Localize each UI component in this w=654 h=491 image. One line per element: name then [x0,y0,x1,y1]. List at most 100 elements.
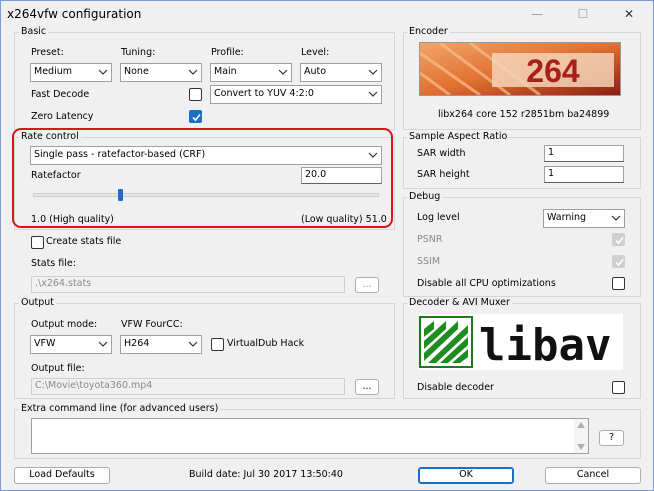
log-level-label: Log level [417,212,460,223]
close-icon: ✕ [623,7,635,21]
basic-group-label: Basic [19,26,49,37]
tuning-select[interactable]: None [120,63,202,82]
log-level-value: Warning [547,212,587,223]
chevron-down-icon [611,215,621,221]
sar-group-label: Sample Aspect Ratio [407,131,510,142]
fourcc-value: H264 [124,338,150,349]
window-title: x264vfw configuration [7,7,142,21]
output-mode-select[interactable]: VFW [30,335,112,354]
dialog-window: x264vfw configuration — ☐ ✕ Basic Preset… [0,0,654,491]
level-label: Level: [301,47,330,58]
decoder-group-label: Decoder & AVI Muxer [407,297,512,308]
create-stats-checkbox[interactable] [31,236,44,249]
virtualdub-hack-checkbox[interactable] [211,338,224,351]
rate-control-mode-value: Single pass - ratefactor-based (CRF) [34,149,206,160]
stats-file-label: Stats file: [31,258,76,269]
chevron-down-icon [188,341,198,347]
ssim-checkbox[interactable] [612,255,625,268]
minimize-button[interactable]: — [514,1,560,27]
fourcc-select[interactable]: H264 [120,335,202,354]
tuning-label: Tuning: [121,47,156,58]
checkmark-icon [615,258,624,267]
encoder-group-label: Encoder [407,26,450,37]
ratefactor-input[interactable]: 20.0 [301,167,382,184]
fast-decode-checkbox[interactable] [189,88,202,101]
encoder-version: libx264 core 152 r2851bm ba24899 [438,109,610,120]
sar-width-input[interactable]: 1 [544,145,624,162]
profile-value: Main [214,66,237,77]
sar-width-value: 1 [548,147,555,158]
close-button[interactable]: ✕ [606,1,652,27]
ratefactor-label: Ratefactor [31,170,81,181]
chevron-down-icon [368,152,378,158]
extra-cmd-scrollbar[interactable] [574,419,588,453]
rate-control-mode-select[interactable]: Single pass - ratefactor-based (CRF) [30,146,382,165]
ssim-label: SSIM [417,256,441,267]
stats-file-value: .\x264.stats [35,278,92,289]
disable-cpu-label: Disable all CPU optimizations [417,278,556,289]
preset-select[interactable]: Medium [30,63,112,82]
output-group-label: Output [19,297,56,308]
chevron-down-icon [98,69,108,75]
zero-latency-checkbox[interactable] [189,110,202,123]
rate-control-label: Rate control [19,131,81,142]
build-date: Build date: Jul 30 2017 13:50:40 [189,469,343,480]
output-mode-value: VFW [34,338,56,349]
level-value: Auto [304,66,327,77]
output-file-value: C:\Movie\toyota360.mp4 [35,380,153,391]
output-mode-label: Output mode: [31,319,98,330]
chevron-down-icon [98,341,108,347]
colorspace-select[interactable]: Convert to YUV 4:2:0 [210,85,382,104]
x264-logo: 264 [419,41,621,97]
ratefactor-min-label: 1.0 (High quality) [31,214,114,225]
encoder-logo-text: 264 [526,53,580,89]
profile-select[interactable]: Main [210,63,292,82]
sar-height-value: 1 [548,168,555,179]
title-bar[interactable]: x264vfw configuration — ☐ ✕ [1,1,653,27]
checkmark-icon [615,236,624,245]
output-file-input[interactable]: C:\Movie\toyota360.mp4 [31,378,345,395]
stats-file-input[interactable]: .\x264.stats [31,276,345,293]
preset-label: Preset: [31,47,64,58]
level-select[interactable]: Auto [300,63,382,82]
profile-label: Profile: [211,47,244,58]
output-browse-button[interactable]: ... [355,379,379,395]
extra-cmd-textarea[interactable] [31,418,589,454]
checkmark-icon [192,113,201,122]
scroll-up-icon[interactable] [577,422,585,428]
ratefactor-slider[interactable] [33,189,379,201]
colorspace-value: Convert to YUV 4:2:0 [214,88,314,99]
disable-cpu-checkbox[interactable] [612,277,625,290]
libav-logo: libav [419,314,623,371]
stats-browse-button[interactable]: ... [355,277,379,293]
cancel-button[interactable]: Cancel [545,467,641,484]
decoder-logo-text: libav [479,320,611,370]
sar-height-label: SAR height [417,169,470,180]
ratefactor-max-label: (Low quality) 51.0 [301,214,387,225]
minimize-icon: — [531,7,543,21]
fourcc-label: VFW FourCC: [121,319,183,330]
maximize-button[interactable]: ☐ [560,1,606,27]
extra-cmd-label: Extra command line (for advanced users) [19,403,221,414]
virtualdub-hack-label: VirtualDub Hack [227,338,305,349]
output-file-label: Output file: [31,363,85,374]
chevron-down-icon [368,91,378,97]
debug-group-label: Debug [407,191,443,202]
sar-width-label: SAR width [417,148,466,159]
load-defaults-button[interactable]: Load Defaults [14,467,110,484]
psnr-label: PSNR [417,234,443,245]
log-level-select[interactable]: Warning [543,209,625,228]
psnr-checkbox[interactable] [612,233,625,246]
preset-value: Medium [34,66,72,77]
ok-button[interactable]: OK [418,467,514,484]
chevron-down-icon [368,69,378,75]
disable-decoder-label: Disable decoder [417,382,494,393]
scroll-down-icon[interactable] [577,444,585,450]
zero-latency-label: Zero Latency [31,111,94,122]
help-button[interactable]: ? [599,430,624,446]
ratefactor-slider-thumb[interactable] [118,189,123,201]
chevron-down-icon [188,69,198,75]
fast-decode-label: Fast Decode [31,89,90,100]
disable-decoder-checkbox[interactable] [612,381,625,394]
sar-height-input[interactable]: 1 [544,166,624,183]
